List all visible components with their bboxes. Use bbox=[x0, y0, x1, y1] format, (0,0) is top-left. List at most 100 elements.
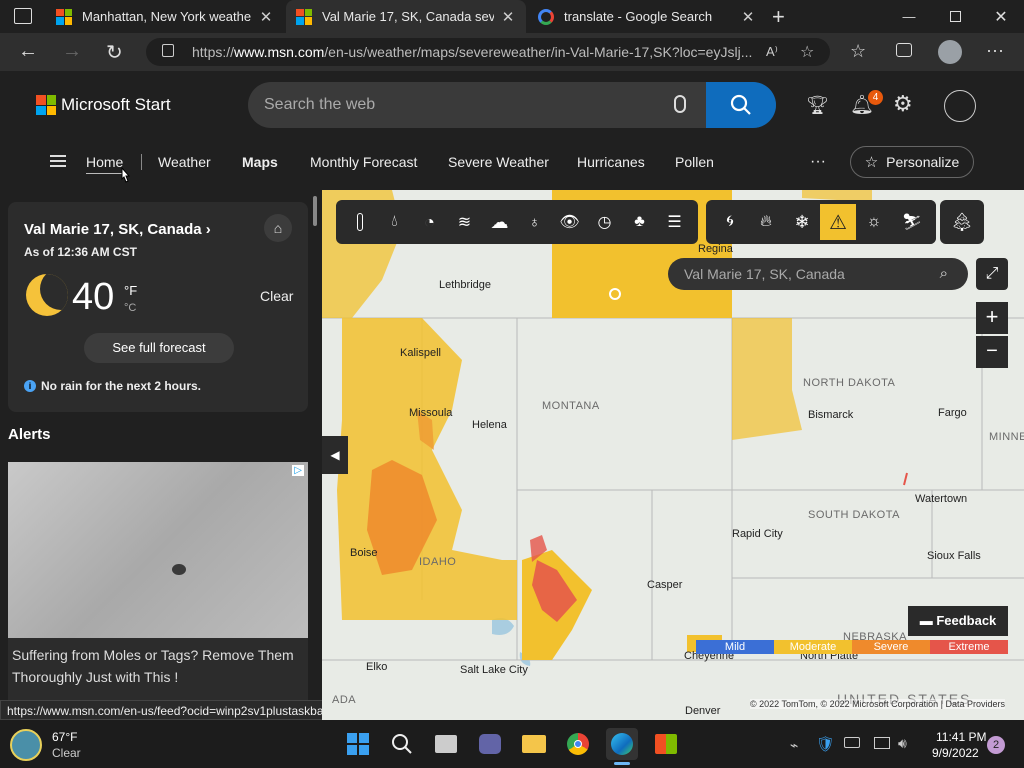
security-icon[interactable]: 🛡︎ bbox=[816, 735, 835, 753]
pollen-layer-icon[interactable]: ♣ bbox=[622, 204, 657, 240]
severe-weather-map[interactable]: Regina Lethbridge Kalispell Missoula Hel… bbox=[322, 190, 1024, 720]
map-search-input[interactable]: Val Marie 17, SK, Canada ⌕ bbox=[668, 258, 968, 290]
wind-layer-icon[interactable]: ≋ bbox=[447, 204, 482, 240]
microsoft-logo[interactable] bbox=[36, 95, 56, 115]
nav-home[interactable]: Home bbox=[86, 150, 124, 174]
ad-text[interactable]: Suffering from Moles or Tags? Remove The… bbox=[8, 638, 308, 694]
back-icon[interactable]: ← bbox=[18, 40, 38, 63]
task-view-icon[interactable] bbox=[430, 728, 462, 760]
home-location-icon[interactable]: ⌂ bbox=[264, 214, 292, 242]
notification-count-badge[interactable]: 2 bbox=[987, 736, 1005, 754]
weather-widget-icon[interactable] bbox=[10, 729, 42, 761]
favorites-icon[interactable]: ☆ bbox=[850, 41, 866, 62]
panel-scrollbar[interactable] bbox=[313, 196, 317, 226]
brand-name[interactable]: Microsoft Start bbox=[61, 95, 171, 115]
clock-date[interactable]: 9/9/2022 bbox=[932, 746, 979, 760]
minimize-icon[interactable]: — bbox=[886, 0, 932, 33]
edge-icon[interactable] bbox=[606, 728, 638, 760]
wildfire-layer-icon[interactable]: 🔥︎ bbox=[748, 204, 784, 240]
map-search-icon[interactable]: ⌕ bbox=[940, 258, 948, 290]
lock-icon[interactable] bbox=[162, 44, 174, 57]
nav-pollen[interactable]: Pollen bbox=[675, 150, 714, 174]
air-quality-layer-icon[interactable]: ☰ bbox=[657, 204, 692, 240]
collections-icon[interactable] bbox=[896, 43, 912, 57]
ad-choices-icon[interactable]: ▷ bbox=[292, 465, 304, 476]
nav-severe-weather[interactable]: Severe Weather bbox=[448, 150, 549, 174]
humidity-layer-icon[interactable]: ♁ bbox=[517, 204, 552, 240]
fullscreen-button[interactable]: ⤢ bbox=[976, 258, 1008, 290]
location-link[interactable]: Val Marie 17, SK, Canada › bbox=[24, 221, 211, 238]
store-icon[interactable] bbox=[650, 728, 682, 760]
state-idaho: IDAHO bbox=[419, 556, 457, 568]
search-button[interactable] bbox=[706, 82, 776, 128]
msn-favicon bbox=[296, 8, 312, 25]
feedback-label: Feedback bbox=[936, 613, 997, 628]
keyboard-icon[interactable] bbox=[844, 737, 860, 748]
microphone-icon[interactable] bbox=[674, 95, 686, 113]
read-aloud-icon[interactable]: A⁾ bbox=[766, 44, 778, 60]
state-minnesota: MINNE bbox=[989, 431, 1024, 443]
close-tab-icon[interactable]: ✕ bbox=[258, 8, 274, 26]
taskbar-temp[interactable]: 67°F bbox=[52, 730, 77, 744]
close-window-icon[interactable]: ✕ bbox=[978, 0, 1024, 33]
nav-hurricanes[interactable]: Hurricanes bbox=[577, 150, 645, 174]
earthquake-layer-icon[interactable]: ☼ bbox=[856, 204, 892, 240]
cloud-layer-icon[interactable]: ☁︎ bbox=[482, 204, 517, 240]
visibility-layer-icon[interactable]: 👁︎ bbox=[552, 204, 587, 240]
zoom-in-button[interactable]: + bbox=[976, 302, 1008, 334]
rewards-icon[interactable]: 🏆︎ bbox=[806, 95, 829, 116]
tab-actions-icon[interactable] bbox=[14, 8, 32, 24]
add-favorite-icon[interactable]: ☆ bbox=[800, 42, 814, 62]
settings-gear-icon[interactable]: ⚙ bbox=[893, 91, 913, 117]
display-icon[interactable] bbox=[874, 737, 890, 749]
temperature-layer-icon[interactable] bbox=[342, 204, 377, 240]
close-tab-icon[interactable]: ✕ bbox=[740, 8, 756, 26]
nav-monthly-forecast[interactable]: Monthly Forecast bbox=[310, 150, 417, 174]
search-taskbar-icon[interactable] bbox=[386, 728, 418, 760]
radar-layer-icon[interactable]: ◔ bbox=[412, 204, 447, 240]
unit-celsius[interactable]: °C bbox=[124, 302, 136, 314]
new-tab-icon[interactable]: + bbox=[772, 4, 785, 30]
feedback-button[interactable]: ▬ Feedback bbox=[908, 606, 1008, 636]
profile-avatar[interactable] bbox=[938, 40, 962, 64]
chrome-icon[interactable] bbox=[562, 728, 594, 760]
clock-time[interactable]: 11:41 PM bbox=[936, 730, 986, 744]
volume-icon[interactable]: 🔊︎ bbox=[898, 735, 907, 752]
legend-mild: Mild bbox=[696, 640, 774, 654]
nav-more[interactable]: ··· bbox=[810, 150, 826, 174]
severity-legend: Mild Moderate Severe Extreme bbox=[696, 640, 1008, 654]
personalize-button[interactable]: ☆ Personalize bbox=[850, 146, 974, 178]
ad-card[interactable]: ▷ Suffering from Moles or Tags? Remove T… bbox=[8, 462, 308, 702]
collapse-panel-button[interactable]: ◀ bbox=[322, 436, 348, 474]
city-denver: Denver bbox=[685, 705, 721, 717]
see-full-forecast-button[interactable]: See full forecast bbox=[84, 333, 234, 363]
search-input[interactable]: Search the web bbox=[248, 82, 776, 128]
start-button[interactable] bbox=[342, 728, 374, 760]
ad-image[interactable]: ▷ bbox=[8, 462, 308, 638]
file-explorer-icon[interactable] bbox=[518, 728, 550, 760]
ski-layer-icon[interactable]: ⛷︎ bbox=[894, 204, 930, 240]
tab-manhattan-weather[interactable]: Manhattan, New York weather fo ✕ bbox=[46, 0, 284, 33]
network-icon[interactable]: ⌁ bbox=[790, 737, 798, 754]
url-field[interactable]: https://www.msn.com/en-us/weather/maps/s… bbox=[146, 38, 830, 66]
teams-chat-icon[interactable] bbox=[474, 728, 506, 760]
restore-icon[interactable] bbox=[932, 0, 978, 33]
precipitation-layer-icon[interactable]: 💧︎ bbox=[377, 204, 412, 240]
hamburger-menu-icon[interactable] bbox=[50, 155, 66, 167]
zoom-out-button[interactable]: − bbox=[976, 336, 1008, 368]
tab-val-marie-severe[interactable]: Val Marie 17, SK, Canada severe ✕ bbox=[286, 0, 526, 33]
tree-layer-icon[interactable]: 🌲︎ bbox=[944, 204, 980, 240]
close-tab-icon[interactable]: ✕ bbox=[500, 8, 516, 26]
nav-maps[interactable]: Maps bbox=[242, 150, 278, 174]
account-icon[interactable] bbox=[944, 90, 976, 122]
winter-layer-icon[interactable]: ❄ bbox=[784, 204, 820, 240]
nav-weather[interactable]: Weather bbox=[158, 150, 211, 174]
pressure-layer-icon[interactable]: ◷ bbox=[587, 204, 622, 240]
star-icon: ☆ bbox=[864, 154, 879, 171]
tab-google-translate[interactable]: translate - Google Search ✕ bbox=[528, 0, 766, 33]
settings-more-icon[interactable]: ··· bbox=[986, 40, 1004, 61]
hurricane-layer-icon[interactable]: 🌀︎ bbox=[712, 204, 748, 240]
refresh-icon[interactable]: ↻ bbox=[106, 40, 123, 65]
unit-fahrenheit[interactable]: °F bbox=[124, 283, 137, 298]
severe-weather-layer-icon[interactable]: ⚠ bbox=[820, 204, 856, 240]
